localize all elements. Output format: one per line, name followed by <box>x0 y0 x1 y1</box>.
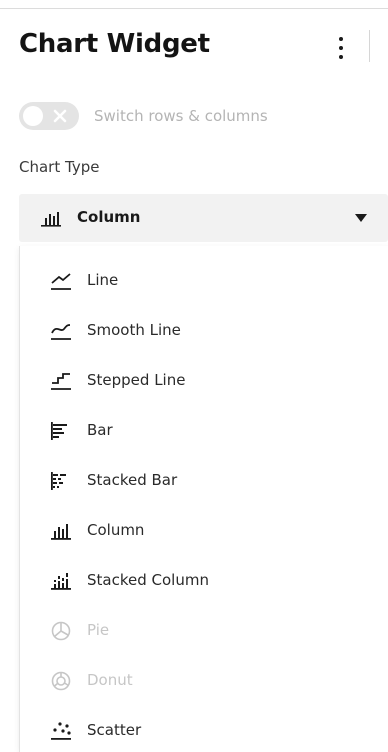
chart-option-scatter[interactable]: Scatter <box>20 711 388 751</box>
chart-type-select[interactable]: Column <box>19 194 388 242</box>
smooth-line-chart-icon <box>51 324 71 340</box>
more-vertical-icon[interactable] <box>332 37 350 59</box>
chart-option-label: Stacked Bar <box>87 471 178 489</box>
chart-option-stacked-bar[interactable]: Stacked Bar <box>20 461 388 501</box>
chart-option-label: Pie <box>87 621 110 639</box>
chart-option-bar[interactable]: Bar <box>20 411 388 451</box>
toggle-knob <box>23 106 43 126</box>
chart-option-smooth-line[interactable]: Smooth Line <box>20 311 388 351</box>
donut-chart-icon <box>51 671 71 691</box>
top-divider <box>0 8 388 9</box>
chart-option-label: Stepped Line <box>87 371 186 389</box>
column-chart-icon <box>41 212 61 227</box>
chart-option-label: Bar <box>87 421 113 439</box>
header-divider <box>369 30 370 62</box>
switch-label: Switch rows & columns <box>94 107 268 125</box>
chart-option-label: Column <box>87 521 145 539</box>
scatter-chart-icon <box>51 722 71 740</box>
bar-chart-icon <box>51 422 67 440</box>
chart-type-label: Chart Type <box>19 158 100 176</box>
stacked-bar-chart-icon <box>51 472 66 490</box>
caret-down-icon <box>355 214 367 222</box>
page-title: Chart Widget <box>19 29 210 59</box>
chart-option-donut: Donut <box>20 661 388 701</box>
chart-option-label: Scatter <box>87 721 142 739</box>
chart-option-line[interactable]: Line <box>20 261 388 301</box>
chart-option-label: Smooth Line <box>87 321 181 339</box>
chart-option-label: Stacked Column <box>87 571 209 589</box>
stacked-column-chart-icon <box>51 573 71 590</box>
chart-type-selected-value: Column <box>77 208 141 226</box>
switch-rows-columns-toggle[interactable] <box>19 102 79 130</box>
chart-option-label: Line <box>87 271 119 289</box>
close-icon <box>53 109 67 123</box>
chart-option-stacked-column[interactable]: Stacked Column <box>20 561 388 601</box>
chart-type-dropdown-menu: Line Smooth Line Stepped Line Bar Stacke… <box>19 246 388 752</box>
pie-chart-icon <box>51 621 71 641</box>
chart-option-pie: Pie <box>20 611 388 651</box>
chart-option-stepped-line[interactable]: Stepped Line <box>20 361 388 401</box>
stepped-line-chart-icon <box>51 373 71 390</box>
line-chart-icon <box>51 273 71 290</box>
chart-option-label: Donut <box>87 671 133 689</box>
column-chart-icon <box>51 524 71 540</box>
chart-option-column[interactable]: Column <box>20 511 388 551</box>
